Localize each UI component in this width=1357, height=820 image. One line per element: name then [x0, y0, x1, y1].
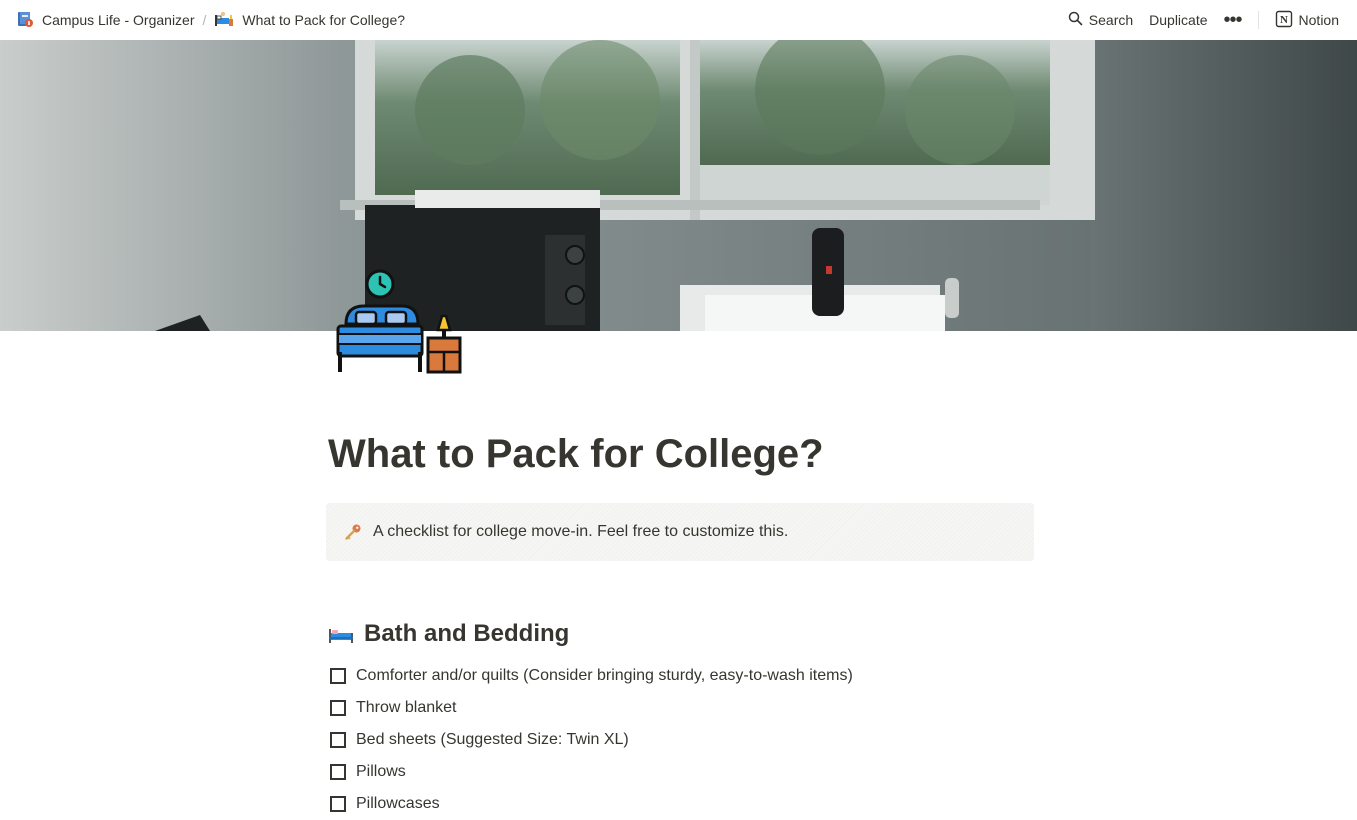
todo-item: Pillowcases — [330, 788, 1030, 820]
section-heading[interactable]: Bath and Bedding — [328, 620, 569, 648]
notion-link[interactable]: N Notion — [1267, 6, 1347, 35]
search-icon — [1068, 11, 1083, 29]
bed-icon — [328, 621, 354, 647]
todo-item: Comforter and/or quilts (Consider bringi… — [330, 660, 1030, 692]
bed-sleeping-icon — [214, 10, 234, 31]
callout: A checklist for college move-in. Feel fr… — [326, 503, 1034, 561]
todo-checkbox[interactable] — [330, 700, 346, 716]
page-title[interactable]: What to Pack for College? — [328, 430, 824, 478]
todo-label[interactable]: Comforter and/or quilts (Consider bringi… — [356, 667, 853, 685]
duplicate-label: Duplicate — [1149, 12, 1208, 28]
key-icon — [342, 521, 364, 543]
svg-text:N: N — [1280, 14, 1288, 26]
notion-label: Notion — [1298, 12, 1339, 28]
topbar-actions: Search Duplicate ••• N Notion — [1060, 6, 1347, 35]
todo-item: Throw blanket — [330, 692, 1030, 724]
duplicate-button[interactable]: Duplicate — [1141, 8, 1215, 32]
todo-item: Bed sheets (Suggested Size: Twin XL) — [330, 724, 1030, 756]
cover-image — [0, 40, 1357, 331]
breadcrumb-separator: / — [202, 12, 207, 28]
todo-checkbox[interactable] — [330, 796, 346, 812]
breadcrumb-item-current-page[interactable]: What to Pack for College? — [210, 8, 409, 33]
search-button[interactable]: Search — [1060, 7, 1141, 33]
search-label: Search — [1088, 12, 1134, 28]
todo-label[interactable]: Bed sheets (Suggested Size: Twin XL) — [356, 731, 629, 749]
todo-label[interactable]: Pillows — [356, 763, 406, 781]
todo-label[interactable]: Pillowcases — [356, 795, 440, 813]
notion-logo-icon: N — [1275, 10, 1293, 31]
section-title: Bath and Bedding — [364, 620, 570, 647]
callout-text: A checklist for college move-in. Feel fr… — [373, 523, 789, 540]
topbar-divider — [1257, 11, 1259, 29]
todo-checkbox[interactable] — [330, 764, 346, 780]
more-options-button[interactable]: ••• — [1216, 10, 1250, 30]
breadcrumb-item-campus-life[interactable]: Campus Life - Organizer — [12, 8, 199, 33]
bed-with-clock-icon[interactable] — [334, 268, 464, 376]
topbar: Campus Life - Organizer / What to Pack f… — [0, 0, 1357, 40]
todo-list: Comforter and/or quilts (Consider bringi… — [330, 660, 1030, 820]
cover-illustration — [0, 40, 1357, 331]
todo-checkbox[interactable] — [330, 668, 346, 684]
todo-checkbox[interactable] — [330, 732, 346, 748]
breadcrumb-label: Campus Life - Organizer — [42, 12, 195, 28]
book-icon — [16, 10, 34, 31]
todo-item: Pillows — [330, 756, 1030, 788]
breadcrumb: Campus Life - Organizer / What to Pack f… — [12, 8, 409, 33]
breadcrumb-label: What to Pack for College? — [242, 12, 406, 28]
todo-label[interactable]: Throw blanket — [356, 699, 457, 717]
